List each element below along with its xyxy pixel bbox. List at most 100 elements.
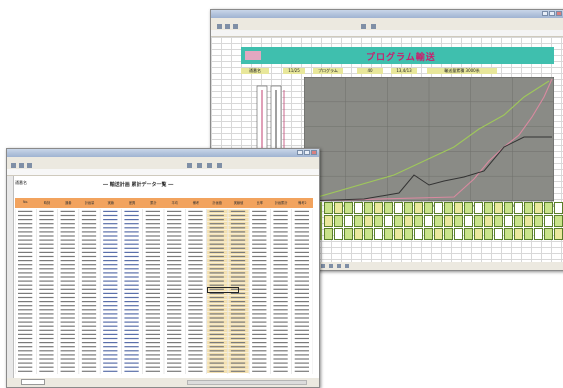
table-cell-value xyxy=(273,346,288,348)
grid-cell xyxy=(364,228,373,240)
sheet-nav-icon[interactable] xyxy=(345,264,349,268)
table-cell-value xyxy=(18,337,33,340)
selected-cell[interactable] xyxy=(207,287,239,293)
table-cell-value xyxy=(145,301,160,303)
table-cell-value xyxy=(145,243,160,245)
table-cell-value xyxy=(167,247,182,249)
table-cell-value xyxy=(103,264,118,266)
toolbar-icon[interactable] xyxy=(217,163,222,168)
column-header[interactable]: 比率 xyxy=(249,200,270,205)
minimize-button[interactable] xyxy=(542,11,548,16)
maximize-button[interactable] xyxy=(549,11,555,16)
table-cell-value xyxy=(103,350,118,352)
table-cell-value xyxy=(252,210,267,212)
horizontal-scrollbar[interactable] xyxy=(187,380,307,385)
column-header[interactable]: 計画量 xyxy=(79,200,100,205)
grid-cell xyxy=(434,215,443,227)
table-cell-value xyxy=(124,276,139,278)
table-cell-value xyxy=(252,358,267,360)
sheet-nav-icon[interactable] xyxy=(329,264,333,268)
sheet-nav-icon[interactable] xyxy=(321,264,325,268)
table-cell-value xyxy=(188,288,203,290)
banner-badge[interactable] xyxy=(245,51,261,60)
sheet-nav-icon[interactable] xyxy=(337,264,341,268)
table-cell-value xyxy=(188,325,203,327)
grid-cell xyxy=(544,228,553,240)
sheet-tab[interactable] xyxy=(21,379,45,385)
toolbar-icon[interactable] xyxy=(371,24,376,29)
column-header[interactable]: 計画累計 xyxy=(270,200,291,205)
column-header[interactable]: 平均 xyxy=(164,200,185,205)
grid-cell xyxy=(374,228,383,240)
table-cell-value xyxy=(39,337,54,340)
column-header[interactable]: 計画値 xyxy=(207,200,228,205)
toolbar-icon[interactable] xyxy=(217,24,222,29)
table-cell-value xyxy=(39,219,54,221)
table-cell-value xyxy=(124,333,139,335)
table-cell-value xyxy=(167,210,182,212)
grid-cell xyxy=(494,202,503,214)
toolbar-icon[interactable] xyxy=(27,163,32,168)
table-cell-value xyxy=(103,362,118,364)
column-header[interactable]: No. xyxy=(15,200,36,204)
toolbar-icon[interactable] xyxy=(361,24,366,29)
table-cell-value xyxy=(124,235,139,237)
toolbar-icon[interactable] xyxy=(207,163,212,168)
toolbar-icon[interactable] xyxy=(19,163,24,168)
toolbar-icon[interactable] xyxy=(233,24,238,29)
toolbar-icon[interactable] xyxy=(197,163,202,168)
close-button[interactable] xyxy=(556,11,562,16)
table-cell-value xyxy=(81,321,97,323)
sheet-title: ― 輸送計画 累計データ一覧 ― xyxy=(103,182,174,188)
column-header[interactable]: 備考 xyxy=(185,200,206,205)
column-header[interactable]: 実績値 xyxy=(228,200,249,205)
table-cell-value xyxy=(145,239,160,241)
table-cell-value xyxy=(39,264,54,266)
table-cell-value xyxy=(103,235,118,237)
table-cell-value xyxy=(273,309,288,311)
table-cell-value xyxy=(188,243,203,245)
table-cell-value xyxy=(81,305,97,307)
table-cell-value xyxy=(145,247,160,249)
front-formula-bar xyxy=(7,169,319,176)
table-cell-value xyxy=(124,219,139,221)
grid-cell xyxy=(384,202,393,214)
column-header[interactable]: 累計 xyxy=(143,200,164,205)
table-cell-value xyxy=(188,301,203,303)
table-cell-value xyxy=(124,292,139,294)
grid-cell xyxy=(454,202,463,214)
grid-cell xyxy=(394,202,403,214)
table-cell-value xyxy=(39,333,54,335)
table-cell-value xyxy=(124,329,139,331)
column-header[interactable]: 備考2 xyxy=(292,200,313,205)
minimize-button[interactable] xyxy=(297,150,303,155)
table-cell-value xyxy=(252,247,267,249)
table-cell-value xyxy=(167,264,182,266)
table-cell-value xyxy=(81,219,97,221)
toolbar-icon[interactable] xyxy=(187,163,192,168)
grid-cell xyxy=(394,215,403,227)
toolbar-icon[interactable] xyxy=(11,163,16,168)
table-cell-value xyxy=(60,268,75,270)
column-header[interactable]: 差異 xyxy=(121,200,142,205)
info-row: 通番名 11/25 プログラム 40 13,4/13 輸送量累積 3000系 xyxy=(241,68,511,75)
table-cell-value xyxy=(188,333,203,335)
maximize-button[interactable] xyxy=(304,150,310,155)
table-cell-value xyxy=(103,329,118,331)
table-cell-value xyxy=(230,366,246,368)
table-cell-value xyxy=(294,366,309,368)
table-cell-value xyxy=(81,223,97,225)
column-header[interactable]: 通番 xyxy=(58,200,79,205)
grid-cell xyxy=(474,202,483,214)
grid-cell xyxy=(434,202,443,214)
table-cell-value xyxy=(209,305,224,307)
close-button[interactable] xyxy=(311,150,317,155)
table-cell-value xyxy=(209,223,224,225)
toolbar-icon[interactable] xyxy=(225,24,230,29)
column-header[interactable]: 時刻 xyxy=(36,200,57,205)
table-cell-value xyxy=(230,362,246,364)
table-cell-value xyxy=(230,354,246,356)
table-cell-value xyxy=(252,243,267,245)
grid-cell xyxy=(414,228,423,240)
column-header[interactable]: 実績 xyxy=(100,200,121,205)
